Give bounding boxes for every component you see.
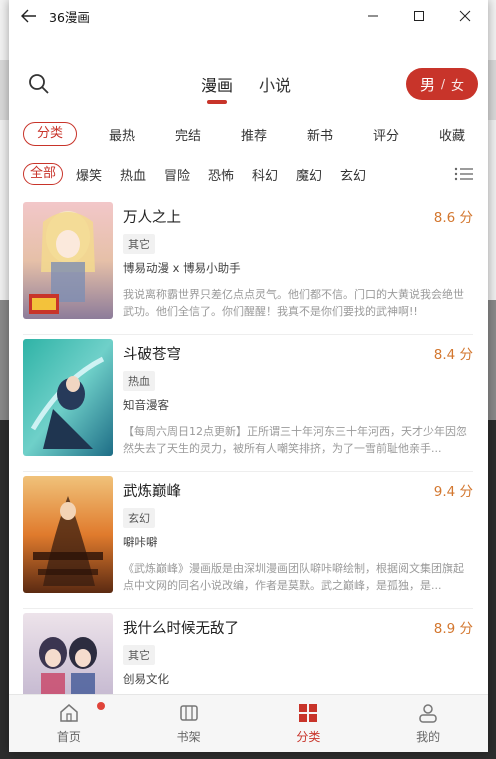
genre-chip-comedy[interactable]: 爆笑 [67, 165, 111, 184]
comic-title: 武炼巅峰 [123, 484, 181, 500]
genre-chip-all[interactable]: 全部 [23, 163, 63, 185]
comic-author: 知音漫客 [123, 398, 169, 412]
comic-score: 8.4 分 [433, 347, 473, 363]
app-header: 漫画 小说 男 / 女 [9, 32, 488, 104]
sort-chip-hot[interactable]: 最热 [89, 125, 155, 144]
gender-male: 男 [419, 75, 435, 94]
genre-chip-scifi[interactable]: 科幻 [243, 165, 287, 184]
list-toggle-button[interactable] [454, 165, 474, 183]
genre-chip-action[interactable]: 热血 [111, 165, 155, 184]
genre-chip-fantasy[interactable]: 玄幻 [331, 165, 375, 184]
comic-description: 我说离称霸世界只差亿点点灵气。他们都不信。门口的大黄说我会绝世武功。他们全信了。… [123, 288, 464, 318]
minimize-button[interactable] [350, 0, 396, 32]
maximize-button[interactable] [396, 0, 442, 32]
gender-female: 女 [451, 78, 465, 94]
comic-item[interactable]: 我什么时候无敌了 8.9 分 其它 创易文化 [23, 609, 473, 694]
search-button[interactable] [27, 72, 53, 98]
comic-score: 8.9 分 [433, 621, 473, 637]
tab-novel[interactable]: 小说 [259, 72, 291, 102]
nav-bookshelf[interactable]: 书架 [129, 695, 249, 752]
comic-description: 《武炼巅峰》漫画版是由深圳漫画团队噼咔噼绘制，根据阅文集团旗起点中文网的同名小说… [123, 562, 464, 592]
back-arrow-icon [21, 9, 36, 23]
list-icon [454, 167, 473, 181]
comic-author: 噼咔噼 [123, 535, 158, 549]
gender-toggle[interactable]: 男 / 女 [406, 68, 478, 100]
bottom-nav: 首页 书架 分类 我的 [9, 694, 488, 752]
sort-chip-rating[interactable]: 评分 [353, 125, 419, 144]
category-icon [299, 704, 318, 722]
tab-comic[interactable]: 漫画 [201, 72, 233, 102]
comic-item[interactable]: 万人之上 8.6 分 其它 博易动漫 x 博易小助手 我说离称霸世界只差亿点点灵… [23, 198, 473, 335]
comic-tag: 玄幻 [123, 508, 155, 528]
comic-author: 创易文化 [123, 672, 169, 686]
sort-chip-category[interactable]: 分类 [23, 122, 77, 146]
close-button[interactable] [442, 0, 488, 32]
search-icon [29, 74, 49, 94]
nav-category[interactable]: 分类 [249, 695, 369, 752]
comic-cover[interactable] [23, 476, 113, 593]
comic-cover[interactable] [23, 613, 113, 694]
comic-item[interactable]: 武炼巅峰 9.4 分 玄幻 噼咔噼 《武炼巅峰》漫画版是由深圳漫画团队噼咔噼绘制… [23, 472, 473, 609]
home-icon [60, 704, 78, 722]
notification-dot [96, 702, 105, 710]
comic-score: 9.4 分 [433, 484, 473, 500]
comic-item[interactable]: 斗破苍穹 8.4 分 热血 知音漫客 【每周六周日12点更新】正所谓三十年河东三… [23, 335, 473, 472]
close-icon [459, 10, 471, 22]
nav-label: 书架 [176, 730, 201, 744]
nav-home[interactable]: 首页 [9, 695, 129, 752]
gender-separator: / [440, 77, 446, 91]
minimize-icon [368, 15, 378, 17]
nav-profile[interactable]: 我的 [368, 695, 488, 752]
title-bar: 36漫画 [9, 0, 488, 32]
sort-chip-new[interactable]: 新书 [287, 125, 353, 144]
sort-chip-recommend[interactable]: 推荐 [221, 125, 287, 144]
genre-chip-adventure[interactable]: 冒险 [155, 165, 199, 184]
comic-tag: 其它 [123, 234, 155, 254]
comic-tag: 其它 [123, 645, 155, 665]
sort-chip-favorites[interactable]: 收藏 [419, 125, 485, 144]
nav-label: 首页 [56, 730, 81, 744]
app-window: 36漫画 漫画 小说 男 / 女 分类 最热 完结 推荐 新书 评分 收藏 全部… [9, 0, 488, 752]
comic-cover[interactable] [23, 202, 113, 319]
window-title: 36漫画 [49, 9, 90, 25]
comic-title: 我什么时候无敌了 [123, 621, 239, 637]
sort-filter-row: 分类 最热 完结 推荐 新书 评分 收藏 [9, 116, 488, 152]
comic-author: 博易动漫 x 博易小助手 [123, 261, 241, 275]
genre-filter-row: 全部 爆笑 热血 冒险 恐怖 科幻 魔幻 玄幻 [9, 156, 488, 192]
comic-title: 万人之上 [123, 210, 181, 226]
comic-title: 斗破苍穹 [123, 347, 181, 363]
bookshelf-icon [179, 705, 198, 721]
comic-cover[interactable] [23, 339, 113, 456]
back-button[interactable] [19, 6, 39, 26]
genre-chip-magic[interactable]: 魔幻 [287, 165, 331, 184]
nav-label: 分类 [296, 730, 321, 744]
comic-list: 万人之上 8.6 分 其它 博易动漫 x 博易小助手 我说离称霸世界只差亿点点灵… [9, 198, 488, 694]
comic-tag: 热血 [123, 371, 155, 391]
genre-chip-horror[interactable]: 恐怖 [199, 165, 243, 184]
nav-label: 我的 [416, 730, 441, 744]
sort-chip-finished[interactable]: 完结 [155, 125, 221, 144]
profile-icon [419, 704, 437, 723]
comic-score: 8.6 分 [433, 210, 473, 226]
comic-description: 【每周六周日12点更新】正所谓三十年河东三十年河西，天才少年因忽然失去了天生的灵… [123, 425, 467, 455]
main-tabs: 漫画 小说 [201, 72, 291, 102]
maximize-icon [414, 11, 424, 21]
